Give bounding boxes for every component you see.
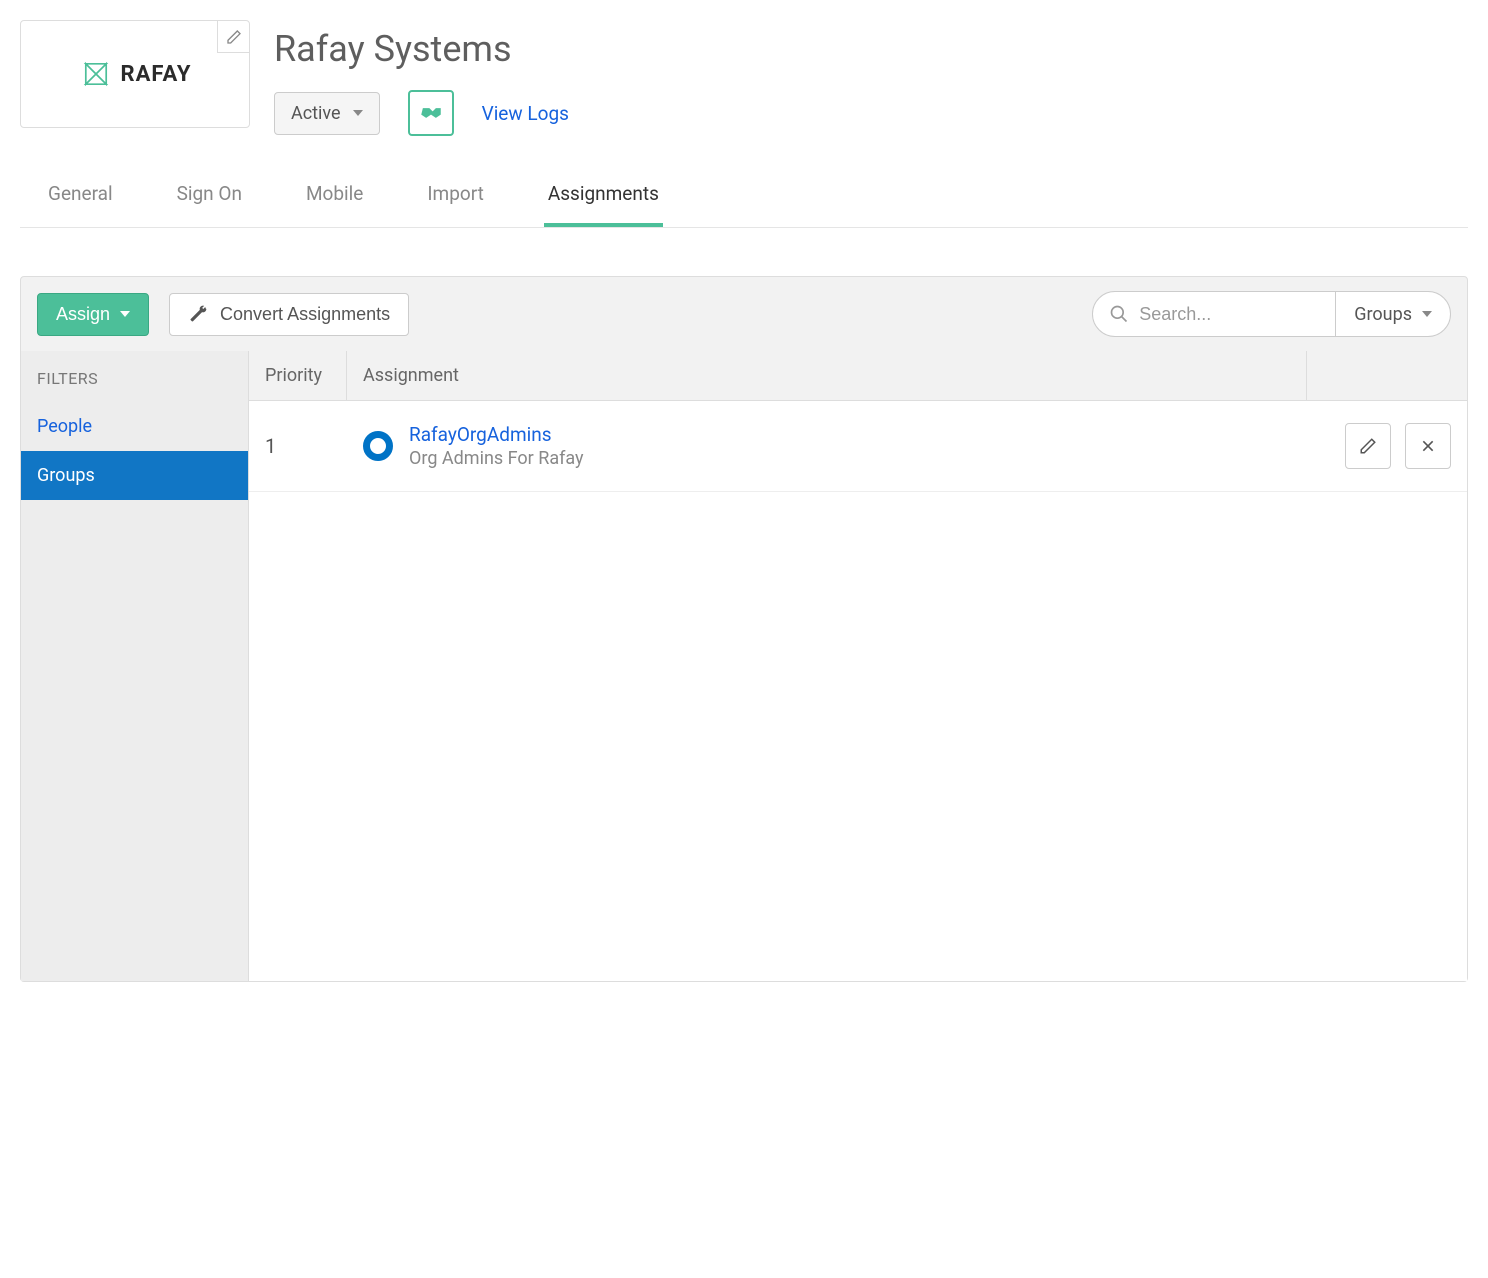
filters-heading: FILTERS xyxy=(21,351,248,402)
pencil-icon xyxy=(1359,437,1377,455)
pencil-icon xyxy=(226,29,242,45)
app-logo-card: RAFAY xyxy=(20,20,250,128)
rafay-logo-icon xyxy=(79,57,113,91)
filter-item-people[interactable]: People xyxy=(21,402,248,451)
assignments-table: Priority Assignment 1 RafayOrgAdmins Org… xyxy=(249,351,1467,981)
filter-sidebar: FILTERS People Groups xyxy=(21,351,249,981)
assignments-panel: Assign Convert Assignments Groups FILTER… xyxy=(20,276,1468,982)
handshake-icon xyxy=(418,103,444,123)
table-header: Priority Assignment xyxy=(249,351,1467,401)
convert-label: Convert Assignments xyxy=(220,304,390,325)
convert-assignments-button[interactable]: Convert Assignments xyxy=(169,293,409,336)
toolbar: Assign Convert Assignments Groups xyxy=(21,277,1467,351)
tab-assignments[interactable]: Assignments xyxy=(544,166,663,227)
tab-general[interactable]: General xyxy=(44,166,117,227)
assignment-description: Org Admins For Rafay xyxy=(409,448,584,469)
close-icon xyxy=(1420,438,1436,454)
tab-import[interactable]: Import xyxy=(423,166,487,227)
assign-button[interactable]: Assign xyxy=(37,293,149,336)
edit-logo-button[interactable] xyxy=(217,21,249,53)
cell-priority: 1 xyxy=(249,434,347,458)
search-input[interactable] xyxy=(1139,304,1319,325)
tab-bar: General Sign On Mobile Import Assignment… xyxy=(20,166,1468,228)
chevron-down-icon xyxy=(1422,311,1432,317)
column-priority: Priority xyxy=(249,351,347,400)
remove-assignment-button[interactable] xyxy=(1405,423,1451,469)
status-label: Active xyxy=(291,103,341,124)
filter-item-groups[interactable]: Groups xyxy=(21,451,248,500)
chevron-down-icon xyxy=(353,110,363,116)
view-logs-link[interactable]: View Logs xyxy=(482,102,569,125)
tab-sign-on[interactable]: Sign On xyxy=(173,166,246,227)
app-logo: RAFAY xyxy=(79,57,192,91)
search-icon xyxy=(1109,304,1129,324)
table-row: 1 RafayOrgAdmins Org Admins For Rafay xyxy=(249,401,1467,492)
wrench-icon xyxy=(188,304,208,324)
search-scope-dropdown[interactable]: Groups xyxy=(1335,292,1450,336)
status-dropdown[interactable]: Active xyxy=(274,92,380,135)
logo-text: RAFAY xyxy=(121,62,192,87)
assign-label: Assign xyxy=(56,304,110,325)
tab-mobile[interactable]: Mobile xyxy=(302,166,367,227)
group-icon xyxy=(363,431,393,461)
column-assignment: Assignment xyxy=(347,351,1307,400)
assignment-name-link[interactable]: RafayOrgAdmins xyxy=(409,423,584,446)
chevron-down-icon xyxy=(120,311,130,317)
page-title: Rafay Systems xyxy=(274,28,1468,70)
column-actions xyxy=(1307,351,1467,400)
search-group: Groups xyxy=(1092,291,1451,337)
scope-label: Groups xyxy=(1354,304,1412,325)
edit-assignment-button[interactable] xyxy=(1345,423,1391,469)
handshake-button[interactable] xyxy=(408,90,454,136)
